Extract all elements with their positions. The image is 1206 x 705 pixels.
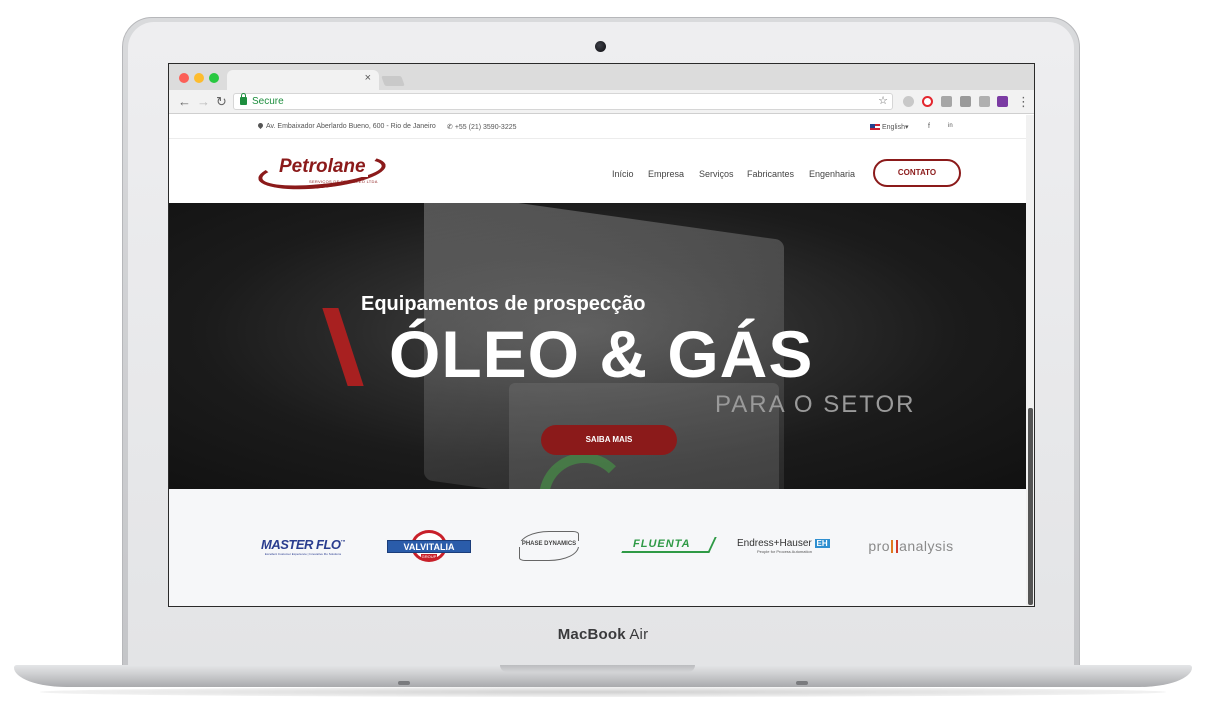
proanalysis-name-a: pro — [868, 538, 891, 554]
window-maximize-button[interactable] — [209, 73, 219, 83]
opera-extension-icon[interactable] — [922, 96, 933, 107]
contact-topbar: Av. Embaixador Aberlardo Bueno, 600 - Ri… — [169, 115, 1026, 139]
forward-icon[interactable]: → — [197, 94, 210, 110]
endress-hauser-mark: EH — [814, 539, 830, 548]
proanalysis-wordmark: pro analysis — [868, 538, 953, 554]
cloud-extension-icon[interactable] — [903, 96, 914, 107]
phone-info: ✆ +55 (21) 3590-3225 — [447, 123, 517, 131]
phase-dynamics-emblem: PHASE DYNAMICS — [515, 529, 583, 563]
fluenta-emblem: FLUENTA — [619, 535, 717, 557]
us-flag-icon — [870, 124, 880, 130]
proanalysis-flame-icon — [891, 540, 899, 553]
tab-close-icon[interactable]: × — [365, 72, 371, 84]
reload-icon[interactable]: ↻ — [216, 94, 227, 110]
browser-tab[interactable]: × — [227, 70, 379, 90]
extension-icon[interactable] — [960, 96, 971, 107]
partner-logo-masterflo[interactable]: MASTER FLO™ Excellent Customer Experienc… — [253, 529, 353, 563]
red-slash-accent — [322, 308, 364, 386]
laptop-shadow — [40, 687, 1166, 697]
brand-bold: MacBook — [557, 626, 626, 643]
language-selector[interactable]: English▾ — [870, 123, 908, 131]
scrollbar-thumb[interactable] — [1028, 408, 1033, 605]
trademark-symbol: ™ — [340, 539, 346, 546]
browser-menu-icon[interactable]: ⋮ — [1017, 94, 1030, 110]
nav-servicos[interactable]: Serviços — [699, 169, 734, 179]
valvitalia-emblem: VALVITALIA GROUP — [387, 529, 471, 563]
fluenta-name: FLUENTA — [633, 538, 691, 550]
laptop-foot — [796, 681, 808, 685]
nav-inicio[interactable]: Início — [612, 169, 634, 179]
address-info: Av. Embaixador Aberlardo Bueno, 600 - Ri… — [256, 121, 436, 130]
partner-logo-fluenta[interactable]: FLUENTA — [619, 529, 717, 563]
hero-title: ÓLEO & GÁS — [389, 317, 814, 391]
screenshot: × ← → ↻ Secure ☆ ⋮ Av. Embaixador Aberla… — [0, 0, 1206, 705]
laptop-hinge-notch — [500, 665, 695, 672]
saiba-mais-button[interactable]: SAIBA MAIS — [541, 425, 677, 455]
logo-tagline: SERVIÇOS DE PETRÓLEO LTDA — [309, 179, 378, 184]
partners-strip: MASTER FLO™ Excellent Customer Experienc… — [169, 489, 1026, 606]
partner-logo-valvitalia[interactable]: VALVITALIA GROUP — [387, 529, 471, 563]
phone-text: +55 (21) 3590-3225 — [454, 124, 517, 131]
new-tab-button[interactable] — [381, 76, 405, 86]
linkedin-icon[interactable]: in — [948, 123, 953, 129]
nav-engenharia[interactable]: Engenharia — [809, 169, 855, 179]
masterflo-wordmark: MASTER FLO™ — [261, 537, 345, 552]
phone-icon: ✆ — [447, 124, 455, 131]
camera-icon — [595, 41, 606, 52]
endress-hauser-tagline: People for Process Automation — [757, 549, 812, 554]
phase-dynamics-name: PHASE DYNAMICS — [515, 541, 583, 547]
language-label: English — [882, 124, 905, 131]
endress-hauser-wordmark: Endress+Hauser EH — [737, 538, 830, 549]
onenote-extension-icon[interactable] — [997, 96, 1008, 107]
secure-label: Secure — [252, 96, 284, 107]
proanalysis-name-b: analysis — [899, 538, 954, 554]
chevron-down-icon: ▾ — [904, 124, 909, 131]
masterflo-tagline: Excellent Customer Experience | Innovati… — [264, 551, 342, 556]
hero-subtitle: Equipamentos de prospecção — [361, 293, 646, 315]
brand-light: Air — [629, 626, 649, 643]
contato-button[interactable]: CONTATO — [873, 159, 961, 187]
nav-fabricantes[interactable]: Fabricantes — [747, 169, 794, 179]
window-minimize-button[interactable] — [194, 73, 204, 83]
address-text: Av. Embaixador Aberlardo Bueno, 600 - Ri… — [266, 123, 436, 130]
nav-empresa[interactable]: Empresa — [648, 169, 684, 179]
address-bar[interactable]: Secure ☆ — [233, 93, 893, 110]
valvitalia-name: VALVITALIA — [387, 540, 471, 553]
extension-icon[interactable] — [941, 96, 952, 107]
bookmark-star-icon[interactable]: ☆ — [878, 94, 888, 107]
laptop-screen: × ← → ↻ Secure ☆ ⋮ Av. Embaixador Aberla… — [168, 63, 1035, 607]
partner-logo-phase-dynamics[interactable]: PHASE DYNAMICS — [515, 529, 583, 563]
location-pin-icon — [256, 121, 265, 130]
browser-toolbar: ← → ↻ Secure ☆ ⋮ — [169, 90, 1034, 114]
back-icon[interactable]: ← — [178, 94, 191, 110]
hero-banner: Equipamentos de prospecção ÓLEO & GÁS PA… — [169, 203, 1026, 489]
window-close-button[interactable] — [179, 73, 189, 83]
laptop-brand: MacBook Air — [0, 626, 1206, 643]
endress-hauser-name: Endress+Hauser — [737, 538, 812, 549]
valvitalia-group: GROUP — [421, 554, 437, 559]
partner-logo-proanalysis[interactable]: pro analysis — [859, 529, 963, 563]
logo-name: Petrolane — [277, 156, 368, 177]
lock-icon — [240, 93, 247, 105]
partner-logo-endress-hauser[interactable]: Endress+Hauser EH People for Process Aut… — [737, 529, 843, 563]
masterflo-name: MASTER FLO — [261, 536, 341, 552]
hero-tagline: PARA O SETOR — [715, 391, 916, 418]
browser-tab-bar: × — [169, 64, 1034, 90]
facebook-icon[interactable]: f — [928, 123, 930, 130]
extension-icon[interactable] — [979, 96, 990, 107]
website: Av. Embaixador Aberlardo Bueno, 600 - Ri… — [169, 115, 1026, 606]
site-header: Petrolane SERVIÇOS DE PETRÓLEO LTDA Iníc… — [169, 139, 1026, 203]
laptop-foot — [398, 681, 410, 685]
